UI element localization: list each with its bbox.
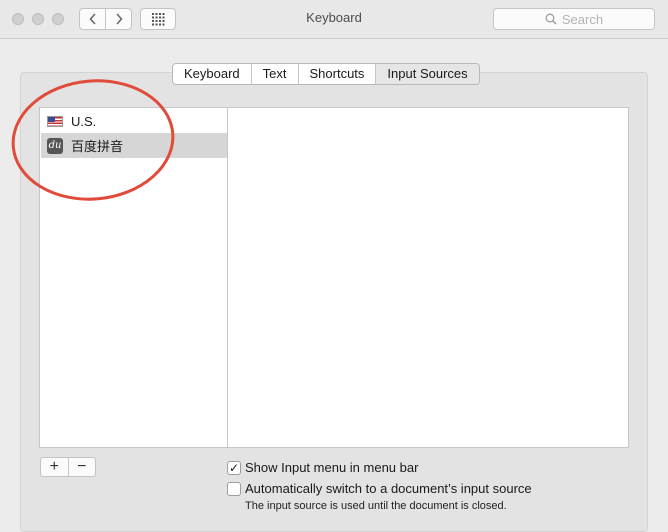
tab-bar: Keyboard Text Shortcuts Input Sources — [172, 63, 480, 85]
show-input-menu-label: Show Input menu in menu bar — [245, 460, 419, 475]
input-sources-list[interactable]: U.S. du 百度拼音 — [39, 107, 228, 448]
tab-keyboard[interactable]: Keyboard — [173, 64, 252, 84]
show-input-menu-checkbox[interactable]: ✓ — [227, 461, 241, 475]
input-source-detail-pane — [227, 107, 629, 448]
tab-text[interactable]: Text — [252, 64, 299, 84]
tab-input-sources[interactable]: Input Sources — [376, 64, 479, 84]
search-placeholder: Search — [561, 11, 604, 27]
add-input-source-button[interactable]: + — [41, 458, 69, 476]
list-item-baidu-pinyin[interactable]: du 百度拼音 — [41, 133, 227, 158]
baidu-pinyin-icon: du — [47, 137, 63, 154]
tab-shortcuts[interactable]: Shortcuts — [299, 64, 377, 84]
us-flag-icon — [47, 116, 63, 127]
add-remove-control: + − — [40, 457, 96, 477]
search-field[interactable]: Search — [493, 8, 655, 30]
checkmark-icon: ✓ — [228, 461, 240, 475]
remove-input-source-button[interactable]: − — [69, 458, 96, 476]
auto-switch-checkbox[interactable] — [227, 482, 241, 496]
list-item-label: 百度拼音 — [71, 139, 124, 154]
list-item-label: U.S. — [71, 114, 97, 129]
auto-switch-label: Automatically switch to a document’s inp… — [245, 481, 532, 496]
list-item-us[interactable]: U.S. — [41, 109, 227, 134]
auto-switch-note: The input source is used until the docum… — [245, 500, 507, 512]
search-icon — [545, 13, 557, 25]
